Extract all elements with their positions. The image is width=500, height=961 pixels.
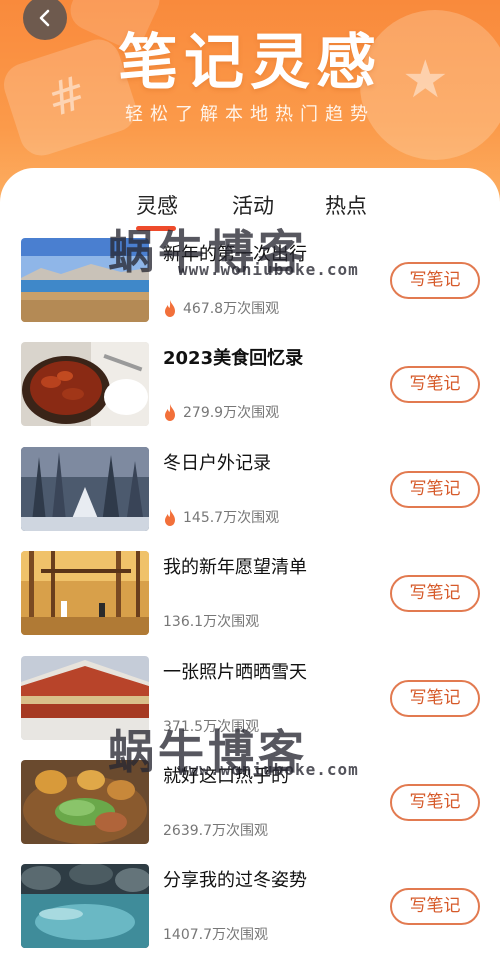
tab-inspiration[interactable]: 灵感 xyxy=(136,190,178,220)
page-title: 笔记灵感 xyxy=(118,28,382,98)
write-note-button[interactable]: 写笔记 xyxy=(390,784,480,821)
write-note-button[interactable]: 写笔记 xyxy=(390,366,480,403)
active-tab-indicator xyxy=(136,226,176,231)
list-item[interactable]: 2023美食回忆录 279.9万次围观 写笔记 xyxy=(0,342,500,428)
topic-thumbnail xyxy=(21,656,149,740)
topic-thumbnail xyxy=(21,238,149,322)
list-item[interactable]: 我的新年愿望清单 136.1万次围观 写笔记 xyxy=(0,551,500,637)
view-count-text: 1407.7万次围观 xyxy=(163,927,268,943)
write-note-button[interactable]: 写笔记 xyxy=(390,680,480,717)
view-count: 279.9万次围观 xyxy=(163,402,279,422)
view-count-text: 136.1万次围观 xyxy=(163,614,260,630)
view-count-text: 467.8万次围观 xyxy=(183,301,280,317)
tab-activities[interactable]: 活动 xyxy=(232,190,274,220)
topic-title: 一张照片晒晒雪天 xyxy=(163,662,307,683)
topic-title: 新年的第一次出行 xyxy=(163,244,307,265)
write-note-button[interactable]: 写笔记 xyxy=(390,575,480,612)
view-count-text: 145.7万次围观 xyxy=(183,510,280,526)
fire-icon xyxy=(165,299,175,317)
topic-thumbnail xyxy=(21,342,149,426)
view-count: 136.1万次围观 xyxy=(163,611,259,631)
view-count: 145.7万次围观 xyxy=(163,507,279,527)
topic-title: 就好这口热乎的 xyxy=(163,766,289,787)
list-item[interactable]: 分享我的过冬姿势 1407.7万次围观 写笔记 xyxy=(0,864,500,950)
page-subtitle: 轻松了解本地热门趋势 xyxy=(125,104,375,125)
write-note-button[interactable]: 写笔记 xyxy=(390,471,480,508)
list-item[interactable]: 冬日户外记录 145.7万次围观 写笔记 xyxy=(0,447,500,533)
view-count: 2639.7万次围观 xyxy=(163,820,268,840)
view-count: 1407.7万次围观 xyxy=(163,924,268,944)
fire-icon xyxy=(165,403,175,421)
content-panel: 灵感 活动 热点 新年的第一次出行 467.8万次围观 写笔记 2023美食回忆… xyxy=(0,168,500,961)
topic-title: 2023美食回忆录 xyxy=(163,348,304,369)
topic-thumbnail xyxy=(21,864,149,948)
topic-thumbnail xyxy=(21,760,149,844)
view-count-text: 279.9万次围观 xyxy=(183,405,280,421)
write-note-button[interactable]: 写笔记 xyxy=(390,888,480,925)
list-item[interactable]: 新年的第一次出行 467.8万次围观 写笔记 xyxy=(0,238,500,324)
topic-thumbnail xyxy=(21,447,149,531)
topic-thumbnail xyxy=(21,551,149,635)
topic-title: 我的新年愿望清单 xyxy=(163,557,307,578)
fire-icon xyxy=(165,508,175,526)
view-count-text: 2639.7万次围观 xyxy=(163,823,268,839)
list-item[interactable]: 一张照片晒晒雪天 371.5万次围观 写笔记 xyxy=(0,656,500,742)
view-count: 467.8万次围观 xyxy=(163,298,279,318)
topic-title: 冬日户外记录 xyxy=(163,453,271,474)
view-count: 371.5万次围观 xyxy=(163,716,259,736)
tab-bar: 灵感 活动 热点 xyxy=(0,190,500,231)
tab-trending[interactable]: 热点 xyxy=(325,190,367,220)
topic-title: 分享我的过冬姿势 xyxy=(163,870,307,891)
view-count-text: 371.5万次围观 xyxy=(163,719,260,735)
write-note-button[interactable]: 写笔记 xyxy=(390,262,480,299)
list-item[interactable]: 就好这口热乎的 2639.7万次围观 写笔记 xyxy=(0,760,500,846)
